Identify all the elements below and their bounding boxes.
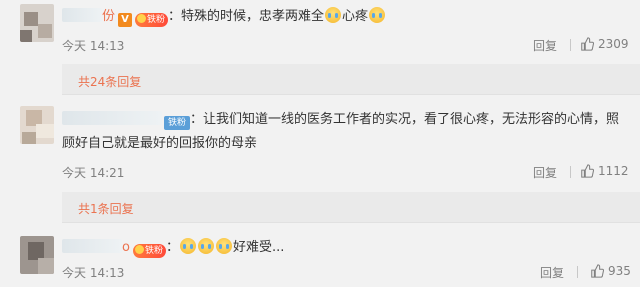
replies-panel: [62, 192, 640, 222]
crying-emoji-icon: [325, 7, 342, 23]
username[interactable]: o: [122, 240, 130, 255]
comment-text: ：让我们知道一线的医务工作者的实况，看了很心疼，无法形容的心情，照: [190, 112, 620, 127]
thumbs-up-icon: [581, 164, 594, 178]
v-badge-icon: V: [118, 13, 133, 27]
avatar[interactable]: [20, 4, 54, 42]
like-count: 2309: [598, 37, 629, 51]
username-redacted: [62, 111, 162, 125]
comment-text-after: 心疼: [342, 9, 369, 24]
divider: [570, 166, 571, 178]
crying-emoji-icon: [180, 238, 196, 254]
comment-header: o 铁粉： 好难受...: [62, 238, 284, 258]
fan-badge: 铁粉: [135, 13, 169, 27]
crying-emoji-icon: [369, 7, 386, 23]
fan-badge-icon: [137, 14, 147, 23]
username-redacted: [62, 239, 122, 253]
divider: [577, 266, 578, 278]
thumbs-up-icon: [591, 264, 604, 278]
divider: [62, 94, 640, 95]
comment-time: 今天 14:13: [62, 266, 125, 280]
comment-header: 铁粉 ：让我们知道一线的医务工作者的实况，看了很心疼，无法形容的心情，照: [62, 111, 619, 130]
like-button[interactable]: 935: [590, 264, 631, 278]
crying-emoji-icon: [216, 238, 232, 254]
reply-button[interactable]: 回复: [533, 37, 557, 54]
reply-button[interactable]: 回复: [533, 164, 557, 181]
comment-text-line2: 顾好自己就是最好的回报你的母亲: [62, 136, 258, 151]
comment-header: 份 V 铁粉 ：特殊的时候，忠孝两难全 心疼: [62, 7, 386, 27]
comment-text: ：: [165, 240, 179, 255]
username-redacted: [62, 8, 102, 22]
like-count: 1112: [598, 164, 629, 178]
replies-panel: [62, 64, 640, 94]
thumbs-up-icon: [581, 37, 594, 51]
divider: [570, 39, 571, 51]
comment-time: 今天 14:13: [62, 39, 125, 53]
avatar[interactable]: [20, 106, 54, 144]
comment-time: 今天 14:21: [62, 166, 125, 180]
view-replies-link[interactable]: 共1条回复: [78, 200, 134, 217]
comment-text-line2-wrap: 顾好自己就是最好的回报你的母亲: [62, 135, 257, 153]
fan-badge: 铁粉: [132, 244, 166, 258]
view-replies-link[interactable]: 共24条回复: [78, 73, 141, 90]
fan-badge-label: 铁粉: [144, 246, 163, 256]
crying-emoji-icon: [198, 238, 214, 254]
reply-button[interactable]: 回复: [540, 264, 564, 281]
avatar[interactable]: [20, 236, 54, 274]
like-count: 935: [608, 264, 631, 278]
comment-text-after: 好难受...: [233, 240, 285, 255]
divider: [62, 222, 640, 223]
username[interactable]: 份: [102, 9, 115, 24]
fan-badge: 铁粉: [164, 116, 191, 130]
fan-badge-label: 铁粉: [147, 15, 166, 25]
like-button[interactable]: 2309: [580, 37, 629, 51]
like-button[interactable]: 1112: [580, 164, 629, 178]
comment-text: ：特殊的时候，忠孝两难全: [168, 9, 325, 24]
fan-badge-icon: [134, 245, 144, 254]
